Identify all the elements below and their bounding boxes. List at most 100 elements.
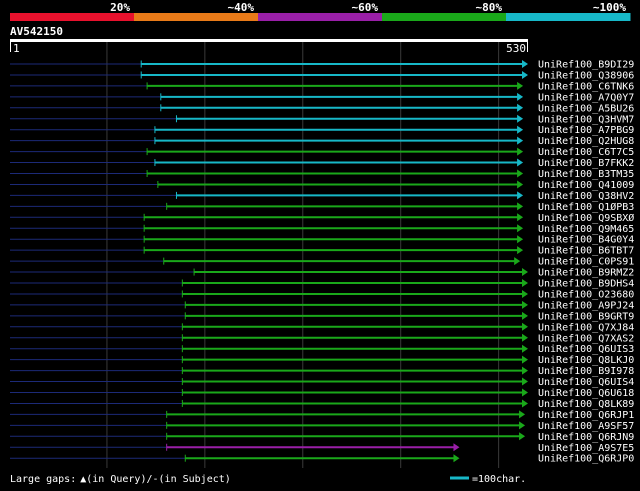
hit-row[interactable]: UniRef100_Q7XJ84	[10, 322, 634, 333]
hit-row[interactable]: UniRef100_Q7XAS2	[10, 333, 634, 344]
hit-name-link[interactable]: UniRef100_Q7XAS2	[538, 333, 634, 344]
hit-row[interactable]: UniRef100_Q9M465	[10, 224, 634, 235]
hit-row[interactable]: UniRef100_B7FKK2	[10, 158, 634, 169]
blast-overview-panel: 20% ~40% ~60% ~80% ~100% AV542150 1 530 UniRe…	[0, 0, 640, 487]
hit-row[interactable]: UniRef100_Q2HUG8	[10, 136, 634, 147]
hit-name-link[interactable]: UniRef100_B6TBT7	[538, 246, 634, 257]
hit-name-link[interactable]: UniRef100_B9RMZ2	[538, 268, 634, 279]
hit-row[interactable]: UniRef100_Q3HVM7	[10, 114, 634, 125]
hit-name-link[interactable]: UniRef100_B7FKK2	[538, 158, 634, 169]
hit-name-link[interactable]: UniRef100_A5BU26	[538, 103, 634, 114]
hit-name-link[interactable]: UniRef100_Q7XJ84	[538, 322, 634, 333]
hit-row[interactable]: UniRef100_Q8LKJ0	[10, 355, 634, 366]
hit-row[interactable]: UniRef100_C6TNK6	[10, 81, 634, 92]
hit-name-link[interactable]: UniRef100_C0PS91	[538, 257, 634, 268]
hit-row[interactable]: UniRef100_B9RMZ2	[10, 268, 634, 279]
query-name: AV542150	[10, 25, 63, 38]
hit-name-link[interactable]: UniRef100_Q6UIS4	[538, 377, 634, 388]
hit-arrow-icon	[522, 344, 528, 353]
hit-name-link[interactable]: UniRef100_Q38HV2	[538, 191, 634, 202]
hit-row[interactable]: UniRef100_Q6UIS3	[10, 344, 634, 355]
hit-arrow-icon	[522, 279, 528, 287]
hit-row[interactable]: UniRef100_B9DI29	[10, 60, 634, 71]
hit-name-link[interactable]: UniRef100_B9DHS4	[538, 279, 634, 290]
hit-name-link[interactable]: UniRef100_Q8LKJ0	[538, 355, 634, 366]
hit-arrow-icon	[519, 410, 526, 419]
hit-name-link[interactable]: UniRef100_Q2HUG8	[538, 136, 634, 147]
hit-name-link[interactable]: UniRef100_A9S7E5	[538, 443, 634, 454]
hit-name-link[interactable]: UniRef100_C6TNK6	[538, 81, 634, 92]
hit-row[interactable]: UniRef100_Q6UIS4	[10, 377, 634, 388]
hit-arrow-icon	[519, 421, 526, 430]
hit-row[interactable]: UniRef100_B9I978	[10, 366, 634, 377]
hit-name-link[interactable]: UniRef100_Q9M465	[538, 224, 634, 235]
hit-name-link[interactable]: UniRef100_Q1ØPB3	[538, 201, 634, 213]
legend-segment-2	[134, 13, 259, 21]
hit-name-link[interactable]: UniRef100_Q6RJP0	[538, 454, 634, 465]
hit-arrow-icon	[522, 70, 528, 79]
hit-name-link[interactable]: UniRef100_B9I978	[538, 366, 634, 377]
hit-arrow-icon	[519, 432, 526, 441]
legend-label-3: ~60%	[352, 1, 379, 14]
hit-name-link[interactable]: UniRef100_B9DI29	[538, 60, 634, 71]
hit-arrow-icon	[517, 92, 524, 101]
hit-name-link[interactable]: UniRef100_B9GRT9	[538, 311, 634, 322]
hit-arrow-icon	[522, 355, 528, 364]
hit-row[interactable]: UniRef100_B9DHS4	[10, 279, 634, 290]
hit-name-link[interactable]: UniRef100_Q6U618	[538, 388, 634, 399]
hit-row[interactable]: UniRef100_B3TM35	[10, 169, 634, 180]
hit-name-link[interactable]: UniRef100_Q6RJN9	[538, 432, 634, 443]
hit-row[interactable]: UniRef100_Q9SBXØ	[10, 212, 634, 224]
hit-row[interactable]: UniRef100_B9GRT9	[10, 311, 634, 322]
hit-row[interactable]: UniRef100_Q6U618	[10, 388, 634, 399]
hit-arrow-icon	[517, 202, 524, 211]
hit-row[interactable]: UniRef100_O23680	[10, 289, 634, 300]
legend-segment-4	[382, 13, 507, 21]
hit-name-link[interactable]: UniRef100_A9SF57	[538, 421, 634, 432]
hit-rows: UniRef100_B9DI29UniRef100_Q38906UniRef10…	[10, 60, 634, 465]
hit-row[interactable]: UniRef100_Q41009	[10, 180, 634, 191]
hit-row[interactable]: UniRef100_Q8LK89	[10, 399, 634, 410]
hit-row[interactable]: UniRef100_Q6RJP1	[10, 410, 634, 421]
hit-row[interactable]: UniRef100_Q1ØPB3	[10, 201, 634, 213]
hit-name-link[interactable]: UniRef100_Q41009	[538, 180, 634, 191]
hit-arrow-icon	[522, 377, 528, 386]
legend-segment-3	[258, 13, 383, 21]
hit-name-link[interactable]: UniRef100_Q8LK89	[538, 399, 634, 410]
hit-name-link[interactable]: UniRef100_A7PBG9	[538, 125, 634, 136]
hit-row[interactable]: UniRef100_A7PBG9	[10, 125, 634, 136]
hit-row[interactable]: UniRef100_A7Q0Y7	[10, 92, 634, 103]
legend-label-1: 20%	[110, 1, 130, 14]
hit-name-link[interactable]: UniRef100_Q3HVM7	[538, 114, 634, 125]
hit-arrow-icon	[522, 322, 528, 331]
legend-label-4: ~80%	[476, 1, 503, 14]
hit-row[interactable]: UniRef100_Q38HV2	[10, 191, 634, 202]
hit-arrow-icon	[522, 268, 528, 277]
hit-row[interactable]: UniRef100_B4G0Y4	[10, 235, 634, 246]
hit-name-link[interactable]: UniRef100_A7Q0Y7	[538, 92, 634, 103]
hit-row[interactable]: UniRef100_Q6RJP0	[10, 454, 634, 465]
hit-row[interactable]: UniRef100_A9S7E5	[10, 443, 634, 454]
hit-row[interactable]: UniRef100_A5BU26	[10, 103, 634, 114]
hit-arrow-icon	[522, 289, 528, 298]
hit-name-link[interactable]: UniRef100_C6T7C5	[538, 147, 634, 158]
hit-row[interactable]: UniRef100_C0PS91	[10, 257, 634, 268]
hit-name-link[interactable]: UniRef100_Q6RJP1	[538, 410, 634, 421]
hit-name-link[interactable]: UniRef100_Q38906	[538, 70, 634, 81]
hit-row[interactable]: UniRef100_A9PJ24	[10, 300, 634, 311]
hit-name-link[interactable]: UniRef100_O23680	[538, 289, 634, 300]
hit-arrow-icon	[514, 257, 521, 266]
hit-arrow-icon	[522, 399, 528, 408]
hit-arrow-icon	[517, 246, 524, 255]
hit-name-link[interactable]: UniRef100_B4G0Y4	[538, 235, 634, 246]
hit-name-link[interactable]: UniRef100_B3TM35	[538, 169, 634, 180]
hit-row[interactable]: UniRef100_Q38906	[10, 70, 634, 81]
hit-name-link[interactable]: UniRef100_Q6UIS3	[538, 344, 634, 355]
scale-label: =100char.	[472, 474, 526, 485]
hit-name-link[interactable]: UniRef100_A9PJ24	[538, 300, 634, 311]
hit-row[interactable]: UniRef100_B6TBT7	[10, 246, 634, 257]
hit-row[interactable]: UniRef100_Q6RJN9	[10, 432, 634, 443]
hit-name-link[interactable]: UniRef100_Q9SBXØ	[538, 212, 634, 224]
hit-row[interactable]: UniRef100_A9SF57	[10, 421, 634, 432]
hit-row[interactable]: UniRef100_C6T7C5	[10, 147, 634, 158]
